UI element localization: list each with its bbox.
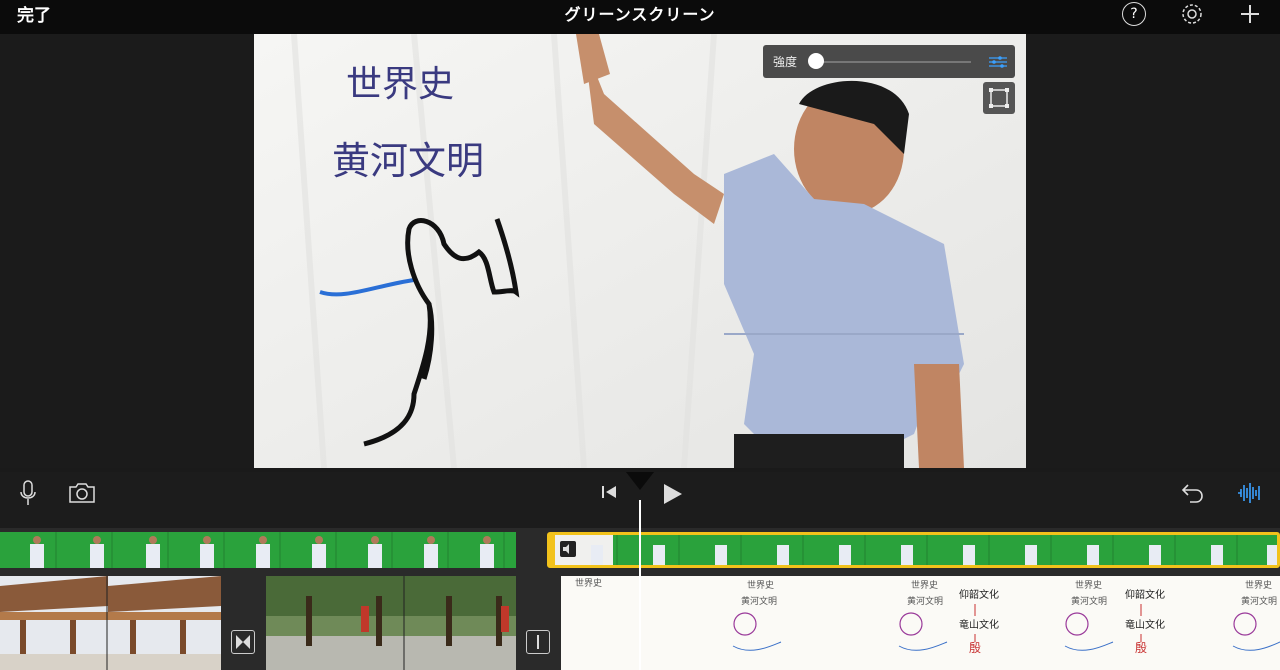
transition-button-1[interactable]	[231, 630, 255, 654]
strength-slider-track[interactable]	[817, 61, 971, 63]
note-text-8: 世界史	[1245, 579, 1272, 591]
undo-icon[interactable]	[1180, 482, 1204, 504]
note-text-3: 黄河文明	[741, 595, 777, 607]
camera-icon[interactable]	[68, 482, 96, 504]
strength-label: 強度	[773, 55, 798, 69]
note-text-13: 竜山文化	[1125, 618, 1165, 631]
whiteboard-scene: 世界史 黄河文明	[254, 34, 1026, 468]
note-text-1: 世界史	[575, 577, 602, 589]
strength-control: 強度	[763, 45, 1015, 78]
playhead-marker	[626, 472, 654, 490]
note-text-14: 殷	[969, 641, 981, 655]
add-plus-icon[interactable]	[1238, 2, 1262, 26]
note-text-6: 世界史	[1075, 579, 1102, 591]
selected-clip-thumbnails	[555, 535, 1277, 565]
park-photo-thumbnails	[266, 576, 516, 670]
help-icon[interactable]: ?	[1122, 2, 1146, 26]
playhead-line[interactable]	[639, 500, 641, 670]
park-photo-clip[interactable]	[266, 576, 516, 670]
note-text-2: 世界史	[747, 579, 774, 591]
note-text-15: 殷	[1135, 641, 1147, 655]
note-text-10: 仰韶文化	[959, 588, 999, 601]
transition-button-2[interactable]	[526, 630, 550, 654]
green-screen-clip[interactable]	[0, 532, 516, 568]
video-preview[interactable]: 世界史 黄河文明 強度	[254, 34, 1026, 468]
selected-green-screen-clip[interactable]	[547, 532, 1280, 568]
pavilion-photo-clip[interactable]	[0, 576, 221, 670]
cut-transition-icon	[537, 635, 539, 649]
preview-stage: 世界史 黄河文明 強度	[0, 34, 1280, 468]
crop-icon	[989, 88, 1009, 108]
note-text-7: 黄河文明	[1071, 595, 1107, 607]
muted-audio-icon[interactable]	[560, 541, 576, 557]
strength-adjust-icon[interactable]	[988, 53, 1008, 71]
crop-button[interactable]	[983, 82, 1015, 114]
note-text-9: 黄河文明	[1241, 595, 1277, 607]
note-text-12: 仰韶文化	[1125, 588, 1165, 601]
cross-dissolve-icon	[236, 635, 250, 649]
clip-thumbnails	[0, 532, 516, 568]
settings-gear-icon[interactable]	[1180, 2, 1204, 26]
pavilion-photo-thumbnails	[0, 576, 221, 670]
board-text-line1: 世界史	[346, 64, 454, 105]
play-icon[interactable]	[660, 482, 684, 506]
person-belt	[734, 434, 904, 468]
audio-waveform-icon[interactable]	[1237, 480, 1263, 506]
board-text-line2: 黄河文明	[332, 139, 484, 183]
note-text-11: 竜山文化	[959, 618, 999, 631]
project-title: グリーンスクリーン	[564, 5, 716, 24]
microphone-icon[interactable]	[18, 480, 38, 506]
handwritten-notes-clip[interactable]: 世界史 世界史 黄河文明 世界史 黄河文明 世界史 黄河文明 世界史 黄河文明 …	[561, 576, 1280, 670]
strength-slider-knob[interactable]	[808, 53, 824, 69]
top-bar: 完了 グリーンスクリーン ?	[0, 0, 1280, 34]
note-text-5: 黄河文明	[907, 595, 943, 607]
note-text-4: 世界史	[911, 579, 938, 591]
skip-to-start-icon[interactable]	[600, 484, 618, 500]
notes-thumbnails: 世界史 世界史 黄河文明 世界史 黄河文明 世界史 黄河文明 世界史 黄河文明 …	[561, 576, 1280, 670]
